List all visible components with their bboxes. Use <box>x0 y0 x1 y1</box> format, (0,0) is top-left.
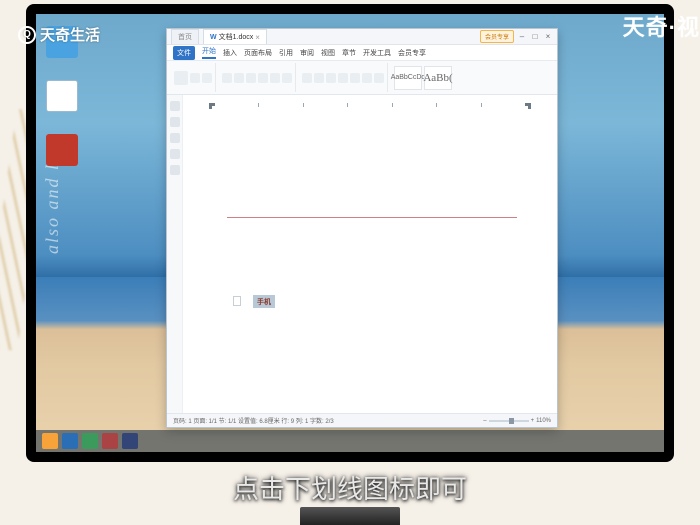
video-subtitle: 点击下划线图标即可 <box>0 469 700 506</box>
menu-start[interactable]: 开始 <box>202 46 216 59</box>
taskbar-pinned <box>42 433 138 449</box>
strike-button[interactable] <box>258 73 268 83</box>
highlight-button[interactable] <box>282 73 292 83</box>
taskbar-app2-icon[interactable] <box>62 433 78 449</box>
desktop-icons <box>46 26 90 166</box>
numbering-button[interactable] <box>350 73 360 83</box>
tab-document[interactable]: W 文档1.docx × <box>203 29 267 44</box>
menu-view[interactable]: 视图 <box>321 48 335 58</box>
ribbon-paragraph-group <box>299 63 388 92</box>
doc-type-icon: W <box>210 34 217 41</box>
vtool-zoom-icon[interactable] <box>170 149 180 159</box>
align-center-button[interactable] <box>314 73 324 83</box>
app-shortcut-icon[interactable] <box>46 134 78 166</box>
titlebar: 首页 W 文档1.docx × 会员专享 – □ × <box>167 29 557 45</box>
menu-pagelayout[interactable]: 页面布局 <box>244 48 272 58</box>
vtool-comment-icon[interactable] <box>170 165 180 175</box>
underline-red-line <box>227 217 517 218</box>
wps-window: 首页 W 文档1.docx × 会员专享 – □ × 文件 开始 插入 <box>166 28 558 428</box>
menu-review[interactable]: 审阅 <box>300 48 314 58</box>
vertical-toolbar <box>167 95 183 413</box>
taskbar-app5-icon[interactable] <box>122 433 138 449</box>
style-normal-preview: AaBbCcDd <box>391 74 426 81</box>
monitor-frame: also and livi 首页 W 文档1.docx × 会员专享 – <box>26 4 674 462</box>
align-right-button[interactable] <box>326 73 336 83</box>
taskbar-app1-icon[interactable] <box>42 433 58 449</box>
tab-home[interactable]: 首页 <box>171 29 199 44</box>
bullets-button[interactable] <box>338 73 348 83</box>
style-heading1-preview: AaBb( <box>423 72 452 84</box>
tab-document-label: 文档1.docx <box>219 32 254 42</box>
vtool-hand-icon[interactable] <box>170 133 180 143</box>
indent-inc-button[interactable] <box>374 73 384 83</box>
menu-references[interactable]: 引用 <box>279 48 293 58</box>
document-area: 手机 <box>167 95 557 413</box>
taskbar-app4-icon[interactable] <box>102 433 118 449</box>
ribbon: AaBbCcDd AaBb( <box>167 61 557 95</box>
menu-bar: 文件 开始 插入 页面布局 引用 审阅 视图 章节 开发工具 会员专享 <box>167 45 557 61</box>
taskbar-app3-icon[interactable] <box>82 433 98 449</box>
status-bar: 页码: 1 页面: 1/1 节: 1/1 设置值: 6.8厘米 行: 9 列: … <box>167 413 557 427</box>
bold-button[interactable] <box>222 73 232 83</box>
zoom-percent: 110% <box>536 418 551 424</box>
cut-button[interactable] <box>190 73 200 83</box>
ribbon-styles-group: AaBbCcDd AaBb( <box>391 63 455 92</box>
close-tab-icon[interactable]: × <box>255 33 260 42</box>
watermark-right: 天奇·视 <box>623 10 700 42</box>
align-left-button[interactable] <box>302 73 312 83</box>
menu-vip[interactable]: 会员专享 <box>398 48 426 58</box>
maximize-button[interactable]: □ <box>530 32 540 42</box>
copy-button[interactable] <box>202 73 212 83</box>
underline-button[interactable] <box>246 73 256 83</box>
menu-file[interactable]: 文件 <box>173 46 195 60</box>
menu-sections[interactable]: 章节 <box>342 48 356 58</box>
paragraph-mark-icon <box>233 296 241 306</box>
vip-pill[interactable]: 会员专享 <box>480 30 514 43</box>
zoom-in-icon[interactable]: + <box>531 418 535 424</box>
ribbon-font-group <box>219 63 296 92</box>
selected-text[interactable]: 手机 <box>253 295 275 308</box>
brand-logo-icon: Q <box>18 26 36 44</box>
italic-button[interactable] <box>234 73 244 83</box>
ruler <box>209 103 531 109</box>
watermark-left: Q 天奇生活 <box>18 24 100 45</box>
desktop-screen: also and livi 首页 W 文档1.docx × 会员专享 – <box>36 14 664 452</box>
ribbon-clipboard-group <box>171 63 216 92</box>
document-page[interactable]: 手机 <box>183 95 557 413</box>
watermark-left-text: 天奇生活 <box>40 24 100 45</box>
zoom-out-icon[interactable]: – <box>483 418 486 424</box>
indent-dec-button[interactable] <box>362 73 372 83</box>
minimize-button[interactable]: – <box>517 32 527 42</box>
vtool-nav-icon[interactable] <box>170 101 180 111</box>
taskbar[interactable] <box>36 430 664 452</box>
vtool-select-icon[interactable] <box>170 117 180 127</box>
selected-text-value: 手机 <box>257 297 271 307</box>
style-heading1[interactable]: AaBb( <box>424 66 452 90</box>
menu-insert[interactable]: 插入 <box>223 48 237 58</box>
zoom-control[interactable]: – + 110% <box>483 418 551 424</box>
document-icon[interactable] <box>46 80 78 112</box>
status-left: 页码: 1 页面: 1/1 节: 1/1 设置值: 6.8厘米 行: 9 列: … <box>173 416 334 425</box>
style-normal[interactable]: AaBbCcDd <box>394 66 422 90</box>
menu-devtools[interactable]: 开发工具 <box>363 48 391 58</box>
close-button[interactable]: × <box>543 32 553 42</box>
tab-home-label: 首页 <box>178 32 192 42</box>
monitor-stand <box>300 507 400 525</box>
paste-button[interactable] <box>174 71 188 85</box>
font-color-button[interactable] <box>270 73 280 83</box>
